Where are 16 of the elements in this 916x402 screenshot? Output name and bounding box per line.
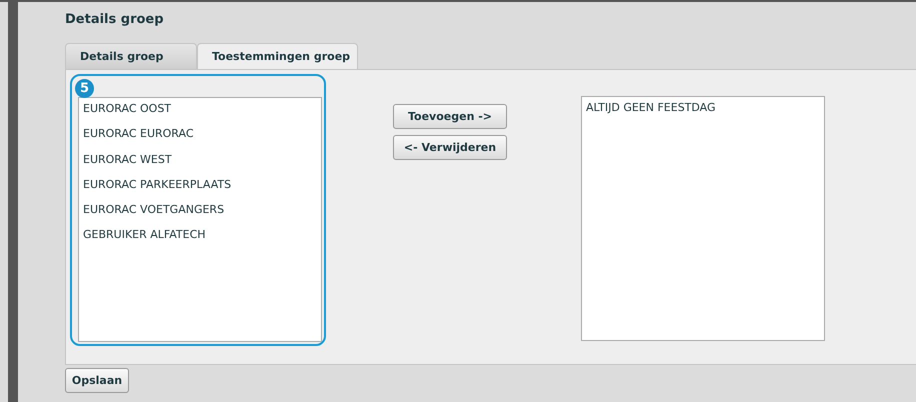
available-list[interactable]: EURORAC OOST EURORAC EURORAC EURORAC WEST EURORAC PARKEERPLAATS EURORAC VOETGANGERS GEBRUIKER ALFATECH [78,97,322,342]
add-button[interactable]: Toevoegen -> [393,104,507,129]
tab[interactable]: Details groep [65,43,197,69]
list-item[interactable]: GEBRUIKER ALFATECH [83,228,321,254]
save-button[interactable]: Opslaan [65,368,129,393]
remove-button[interactable]: <- Verwijderen [393,135,507,160]
callout-number: 5 [75,79,94,98]
list-item[interactable]: EURORAC PARKEERPLAATS [83,178,321,204]
list-item[interactable]: EURORAC VOETGANGERS [83,203,321,228]
assigned-list[interactable]: ALTIJD GEEN FEESTDAG [581,96,825,341]
list-item[interactable]: EURORAC EURORAC [83,127,321,153]
tab[interactable]: Toestemmingen groep [197,43,358,69]
page-title: Details groep [65,12,165,29]
list-item[interactable]: EURORAC OOST [83,102,321,128]
list-item[interactable]: ALTIJD GEEN FEESTDAG [586,101,824,126]
list-item[interactable]: EURORAC WEST [83,152,321,178]
